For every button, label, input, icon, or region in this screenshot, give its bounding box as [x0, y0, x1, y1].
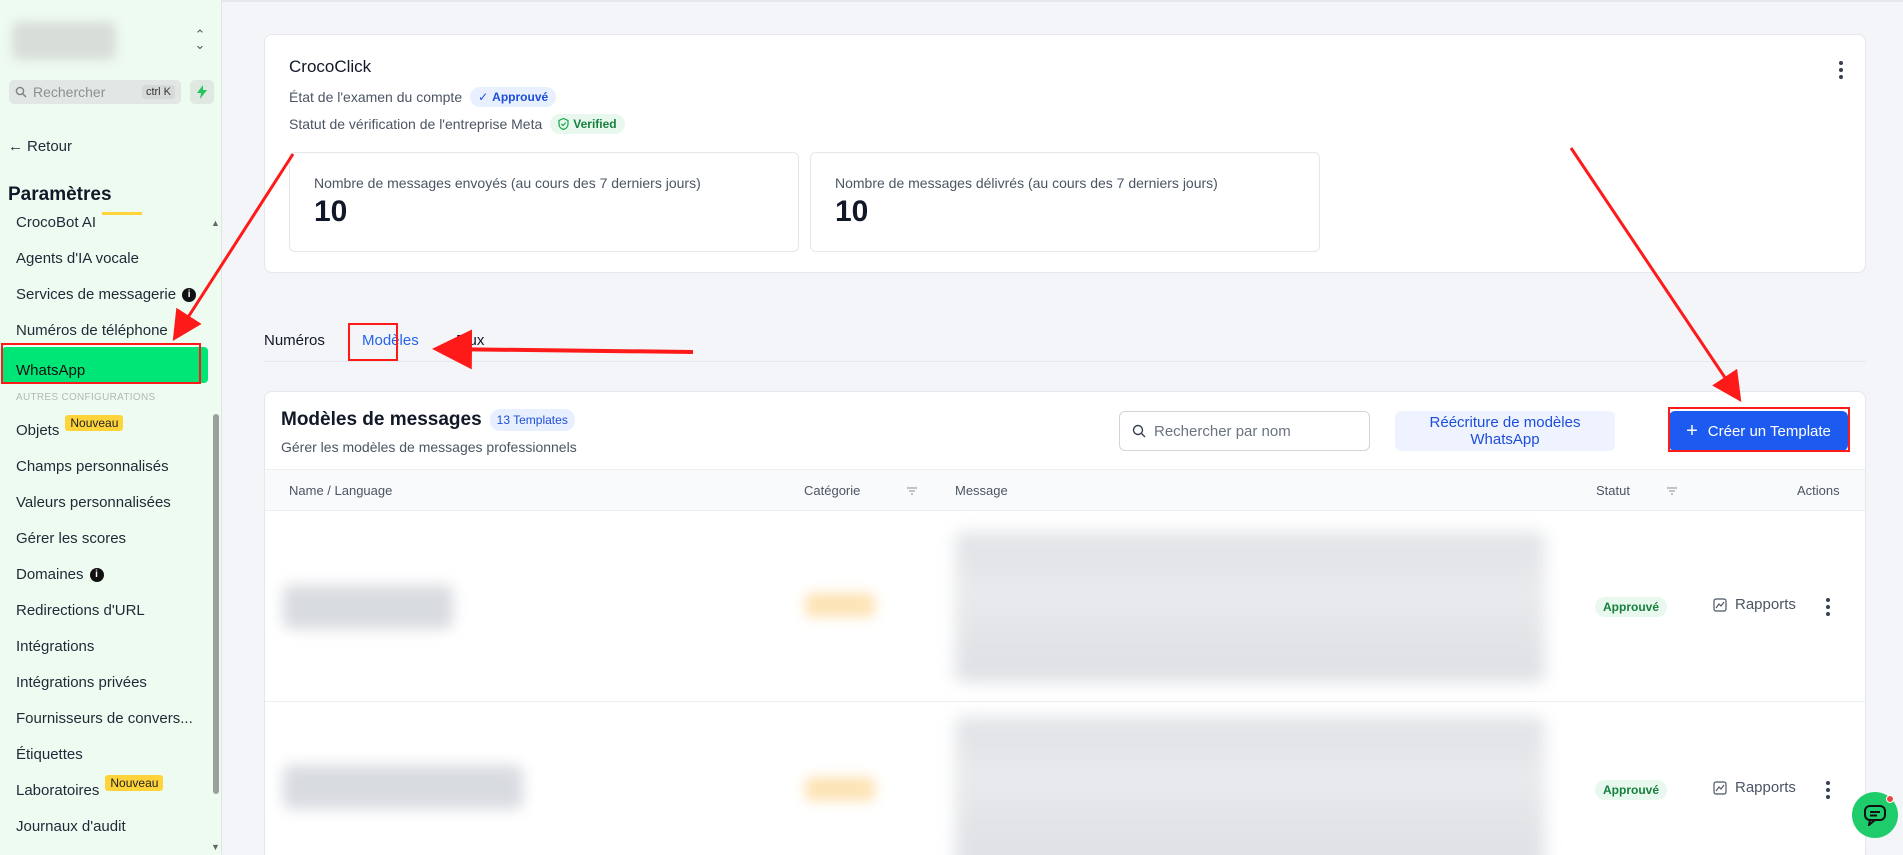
stat-value: 10 [314, 195, 348, 228]
account-name: CrocoClick [289, 57, 372, 76]
template-category-redacted [805, 777, 875, 801]
chart-icon [1713, 597, 1727, 612]
sidebar-item-domains[interactable]: Domaines i [16, 566, 104, 583]
account-switcher[interactable] [12, 22, 116, 60]
stat-card-sent: Nombre de messages envoyés (au cours des… [289, 152, 799, 252]
tab-templates[interactable]: Modèles [362, 332, 419, 349]
account-review-row: État de l'examen du compte ✓ Approuvé [289, 87, 557, 107]
stat-value: 10 [835, 195, 869, 228]
info-icon: i [89, 567, 104, 582]
status-badge: Approuvé [1595, 780, 1668, 800]
table-row[interactable]: Approuvé Rapports [265, 703, 1865, 855]
col-status: Statut [1596, 483, 1630, 498]
row-more-icon[interactable] [1819, 598, 1837, 616]
scroll-down-icon[interactable]: ▼ [211, 842, 220, 852]
filter-icon[interactable] [906, 485, 918, 497]
meta-verification-row: Statut de vérification de l'entreprise M… [289, 114, 625, 134]
scroll-up-icon[interactable]: ▲ [211, 218, 220, 228]
chat-icon [1864, 805, 1886, 826]
scroll-thumb[interactable] [213, 414, 219, 794]
templates-subtitle: Gérer les modèles de messages profession… [281, 439, 577, 455]
search-placeholder: Rechercher par nom [1154, 422, 1291, 440]
table-header: Name / Language Catégorie Message Statut… [265, 469, 1865, 511]
stat-card-delivered: Nombre de messages délivrés (au cours de… [810, 152, 1320, 252]
new-badge: Nouveau [65, 414, 124, 431]
sidebar-item-messaging-services[interactable]: Services de messagerie i [16, 286, 197, 303]
rewrite-templates-button[interactable]: Réécriture de modèles WhatsApp [1395, 411, 1615, 451]
more-options-icon[interactable] [1832, 61, 1850, 79]
new-badge: Nouveau [105, 774, 164, 791]
template-message-redacted [955, 717, 1545, 855]
templates-title: Modèles de messages [281, 409, 482, 430]
template-category-redacted [805, 593, 875, 617]
quick-actions-button[interactable] [190, 80, 214, 104]
sidebar-item-scores[interactable]: Gérer les scores [16, 530, 126, 547]
new-badge-partial [102, 212, 143, 215]
review-status-badge: ✓ Approuvé [470, 87, 557, 107]
sidebar-item-url-redirects[interactable]: Redirections d'URL [16, 602, 145, 619]
section-other-configurations: AUTRES CONFIGURATIONS [16, 392, 156, 403]
template-name-redacted [283, 765, 523, 809]
reports-link[interactable]: Rapports [1713, 779, 1796, 796]
plus-icon: + [1686, 420, 1698, 442]
shield-check-icon [558, 118, 569, 130]
sidebar-item-whatsapp[interactable]: WhatsApp [2, 347, 208, 383]
tab-flows[interactable]: Flux [456, 332, 484, 349]
sidebar-item-labs[interactable]: Laboratoires Nouveau [16, 774, 164, 799]
templates-count-badge: 13 Templates [489, 409, 575, 431]
message-templates-card: Modèles de messages 13 Templates Gérer l… [264, 391, 1866, 855]
sidebar-item-custom-values[interactable]: Valeurs personnalisées [16, 494, 171, 511]
sidebar-item-custom-fields[interactable]: Champs personnalisés [16, 458, 169, 475]
template-name-redacted [283, 585, 453, 629]
chart-icon [1713, 780, 1727, 795]
sidebar-item-objects[interactable]: Objets Nouveau [16, 414, 124, 439]
whatsapp-tabs: Numéros Modèles Flux [264, 326, 1866, 362]
template-message-redacted [955, 532, 1545, 682]
search-icon [15, 86, 27, 98]
notification-dot [1886, 795, 1894, 803]
sidebar-item-audit-logs[interactable]: Journaux d'audit [16, 818, 126, 835]
tab-numbers[interactable]: Numéros [264, 332, 325, 349]
lightning-icon [197, 85, 207, 99]
sidebar-search[interactable]: Rechercher ctrl K [9, 80, 181, 104]
col-category: Catégorie [804, 483, 861, 498]
col-actions: Actions [1797, 483, 1840, 498]
row-more-icon[interactable] [1819, 781, 1837, 799]
search-icon [1132, 424, 1146, 438]
search-placeholder: Rechercher [33, 84, 106, 100]
sidebar-item-tags[interactable]: Étiquettes [16, 746, 83, 763]
info-icon: i [182, 287, 197, 302]
settings-sidebar: ⌃ ⌄ Rechercher ctrl K ← Retour Paramètres… [0, 0, 222, 855]
sidebar-item-phone-numbers[interactable]: Numéros de téléphone [16, 322, 168, 339]
sidebar-item-crocobot[interactable]: CrocoBot AI [16, 212, 143, 231]
sidebar-item-conversation-providers[interactable]: Fournisseurs de convers... [16, 710, 193, 727]
status-badge: Approuvé [1595, 597, 1668, 617]
meta-verified-badge: Verified [550, 114, 625, 134]
create-template-button[interactable]: + Créer un Template [1669, 411, 1848, 451]
sidebar-item-integrations[interactable]: Intégrations [16, 638, 94, 655]
filter-icon[interactable] [1666, 485, 1678, 497]
arrow-left-icon: ← [8, 138, 23, 155]
chevron-updown-icon[interactable]: ⌃ ⌄ [194, 28, 206, 51]
back-label: Retour [27, 138, 73, 155]
whatsapp-account-card: CrocoClick État de l'examen du compte ✓ … [264, 34, 1866, 273]
back-link[interactable]: ← Retour [8, 138, 72, 155]
templates-search[interactable]: Rechercher par nom [1119, 411, 1370, 451]
templates-header: Modèles de messages 13 Templates [281, 409, 575, 431]
col-name-language: Name / Language [289, 483, 393, 498]
col-message: Message [955, 483, 1008, 498]
sidebar-item-voice-ai[interactable]: Agents d'IA vocale [16, 250, 139, 267]
settings-title: Paramètres [8, 184, 112, 205]
check-icon: ✓ [478, 90, 489, 104]
sidebar-item-private-integrations[interactable]: Intégrations privées [16, 674, 147, 691]
sidebar-scrollbar[interactable]: ▲ ▼ [211, 218, 221, 852]
stat-label: Nombre de messages délivrés (au cours de… [835, 175, 1218, 191]
settings-nav: CrocoBot AI Agents d'IA vocale Services … [0, 212, 208, 855]
stat-label: Nombre de messages envoyés (au cours des… [314, 175, 701, 191]
reports-link[interactable]: Rapports [1713, 596, 1796, 613]
shortcut-hint: ctrl K [141, 85, 175, 99]
table-row[interactable]: Approuvé Rapports [265, 512, 1865, 702]
top-divider [222, 0, 1903, 2]
